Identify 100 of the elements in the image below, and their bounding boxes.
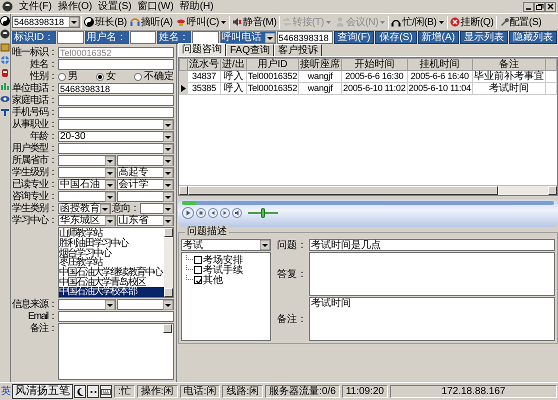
toolbar-button[interactable]: 挂断(Q) — [448, 14, 495, 30]
dropdown[interactable]: 会计学 — [116, 179, 174, 190]
input-field[interactable] — [57, 31, 84, 44]
folder-icon[interactable] — [0, 42, 10, 52]
ime-button[interactable] — [100, 385, 112, 398]
toolbar-button[interactable]: 隐藏列表 — [509, 31, 558, 44]
people-icon — [334, 17, 345, 27]
dropdown[interactable]: 20-30 — [58, 131, 174, 142]
dropdown[interactable]: 中国石油 — [58, 179, 116, 190]
list-item[interactable]: 中国石油大学继续教育中心 — [59, 268, 164, 278]
input-field[interactable] — [192, 31, 219, 44]
menu-item[interactable]: 设置(S) — [98, 1, 132, 12]
dropdown[interactable]: 高起专 — [116, 167, 174, 178]
category-dropdown[interactable]: 考试 — [181, 239, 271, 251]
toolbar-button[interactable]: 班长(B) — [83, 14, 128, 30]
list-item[interactable]: 胜利油田学习中心 — [59, 238, 164, 249]
input-field[interactable] — [58, 311, 174, 322]
toolbar-button[interactable]: 忙/闲(B) — [390, 14, 446, 30]
dropdown[interactable] — [116, 299, 174, 310]
input-field[interactable] — [58, 59, 174, 70]
dropdown[interactable]: 函授教育 — [58, 203, 111, 214]
ime-button[interactable] — [74, 385, 86, 398]
dropdown[interactable] — [58, 119, 174, 130]
tab[interactable]: 客户投诉 — [274, 44, 322, 56]
dropdown[interactable] — [58, 167, 116, 178]
menu-item[interactable]: 文件(F) — [19, 1, 52, 12]
radio-button[interactable] — [58, 72, 66, 80]
toolbar-button[interactable]: 呼叫(C) — [174, 14, 228, 30]
stop-button[interactable] — [196, 208, 206, 218]
dropdown[interactable]: 山东省 — [116, 215, 174, 226]
ime-mode-indicator[interactable]: 英 — [1, 386, 11, 397]
text-area[interactable] — [309, 252, 555, 296]
checkbox[interactable] — [194, 266, 202, 274]
eye-icon[interactable] — [0, 94, 10, 104]
column-header[interactable]: 开始时间 — [342, 58, 408, 70]
dropdown[interactable] — [140, 203, 174, 214]
checkbox[interactable] — [194, 256, 202, 264]
toolbar-button[interactable]: 新增(A) — [418, 31, 460, 44]
dropdown-arrow-icon — [163, 180, 173, 190]
toolbar-button[interactable]: 摘听(A) — [128, 14, 174, 30]
column-header[interactable]: 流水号 — [188, 58, 220, 70]
toolbar-button[interactable]: 保存(S) — [375, 31, 417, 44]
column-header[interactable]: 接听座席 — [298, 58, 342, 70]
list-item[interactable]: 枣庄教学站 — [59, 258, 164, 268]
checkbox[interactable] — [194, 276, 202, 284]
tree-item-label[interactable]: 考场安排 — [203, 254, 243, 266]
play-button[interactable] — [182, 207, 194, 219]
input-field[interactable]: 5468398318 — [276, 31, 333, 44]
device-icon[interactable] — [0, 68, 10, 78]
dropdown[interactable] — [116, 191, 174, 202]
minimize-button[interactable] — [523, 2, 534, 12]
radio-button[interactable] — [96, 72, 104, 80]
dropdown[interactable] — [116, 155, 174, 166]
tree-item-label[interactable]: 其他 — [203, 274, 223, 286]
input-field[interactable]: 考试时间是几点 — [309, 239, 555, 251]
toolbar-button[interactable]: 配置(S) — [498, 14, 542, 30]
restore-button[interactable] — [534, 2, 545, 12]
column-header[interactable]: 挂机时间 — [407, 58, 472, 70]
toolbar-button[interactable]: 查询(F) — [334, 31, 374, 44]
dropdown[interactable] — [58, 299, 116, 310]
column-header[interactable]: 备注 — [472, 58, 546, 70]
next-button[interactable] — [220, 208, 230, 218]
mute-button[interactable] — [232, 208, 242, 218]
menu-item[interactable]: 窗口(W) — [138, 1, 174, 12]
dropdown[interactable] — [58, 155, 116, 166]
globe-icon[interactable] — [0, 55, 10, 65]
tree-item-label[interactable]: 考试手续 — [203, 264, 243, 276]
list-item[interactable]: 烟台学习中心 — [59, 248, 164, 258]
scrollbar[interactable] — [179, 185, 557, 195]
ime-button[interactable] — [87, 385, 99, 398]
menu-item[interactable]: 操作(O) — [58, 1, 92, 12]
input-field[interactable] — [58, 107, 174, 118]
phone-number-dropdown[interactable]: 5468398318 — [12, 16, 80, 28]
phone-type-dropdown[interactable]: 呼叫电话 — [220, 31, 276, 44]
field-label: Email： — [26, 311, 57, 322]
yin-yang-icon[interactable] — [0, 16, 10, 26]
ime-name[interactable]: 风清扬五笔 — [12, 384, 73, 399]
dropdown[interactable] — [58, 191, 116, 202]
menu-item[interactable]: 帮助(H) — [180, 1, 214, 12]
scrollbar[interactable] — [164, 228, 173, 297]
column-header[interactable]: 用户ID — [246, 58, 299, 70]
input-field[interactable] — [58, 95, 174, 106]
toolbar-button[interactable]: 静音(M) — [231, 14, 278, 30]
text-area[interactable] — [58, 323, 174, 380]
text-area[interactable]: 考试时间 — [309, 297, 555, 341]
list-item[interactable]: 山师教学站 — [59, 229, 164, 239]
column-header[interactable]: 进/出 — [220, 58, 246, 70]
input-field[interactable]: 5468398318 — [58, 83, 174, 94]
tab[interactable]: 问题咨询 — [178, 43, 226, 56]
previous-button[interactable] — [208, 208, 218, 218]
radio-label: 女 — [106, 71, 116, 82]
field-label: 姓名： — [157, 31, 192, 44]
radio-button[interactable] — [134, 72, 142, 80]
input-field[interactable] — [130, 31, 156, 44]
dropdown[interactable] — [58, 143, 174, 154]
dropdown[interactable]: 华东城区 — [58, 215, 116, 226]
list-item[interactable]: 中国石油大学青岛校区 — [59, 278, 164, 288]
tool-icon[interactable] — [0, 107, 10, 117]
toolbar-button[interactable]: 显示列表 — [460, 31, 508, 44]
close-button[interactable] — [545, 2, 556, 12]
